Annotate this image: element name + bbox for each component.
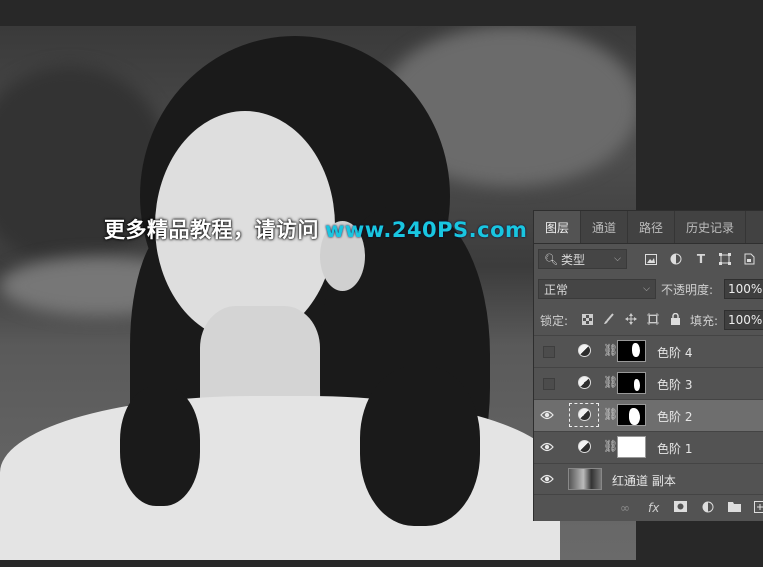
layer-name: 色阶 1 [657, 442, 693, 456]
lock-position-move-icon[interactable] [624, 312, 638, 326]
mask-shape [634, 379, 640, 391]
visibility-toggle-empty[interactable] [543, 346, 555, 358]
blend-mode-value: 正常 [544, 282, 569, 297]
hair-shape [120, 386, 200, 506]
lock-artboard-icon[interactable] [646, 312, 660, 326]
layer-name: 色阶 4 [657, 346, 693, 360]
fill-input[interactable]: 100% [724, 310, 763, 330]
add-mask-icon[interactable] [674, 501, 687, 515]
filter-adjustment-icon[interactable] [669, 252, 683, 266]
layer-row-levels-2[interactable]: ⛓︎ 色阶 2 [534, 399, 763, 431]
levels-adjustment-icon [578, 440, 591, 453]
opacity-label: 不透明度: [661, 283, 714, 297]
filter-type-icon[interactable]: T [694, 252, 708, 266]
eye-icon[interactable] [540, 473, 554, 485]
chevron-down-icon: ⌵ [643, 284, 650, 294]
levels-adjustment-icon [578, 344, 591, 357]
fill-label: 填充: [690, 314, 719, 328]
mask-link-icon[interactable]: ⛓︎ [603, 375, 618, 389]
levels-adjustment-icon [578, 376, 591, 389]
tab-paths[interactable]: 路径 [628, 211, 676, 243]
watermark-text: 更多精品教程，请访问 [104, 218, 319, 242]
layer-mask-thumbnail[interactable] [617, 372, 646, 394]
layer-name: 色阶 3 [657, 378, 693, 392]
layer-row-levels-3[interactable]: ⛓︎ 色阶 3 [534, 367, 763, 399]
layer-row-levels-4[interactable]: ⛓︎ 色阶 4 [534, 335, 763, 367]
filter-smart-object-icon[interactable] [742, 252, 756, 266]
layer-row-red-channel-copy[interactable]: 红通道 副本 [534, 463, 763, 495]
levels-adjustment-icon [578, 408, 591, 421]
watermark-url: www.240PS.com [325, 218, 528, 242]
layer-name: 色阶 2 [657, 410, 693, 424]
opacity-input[interactable]: 100% [724, 279, 763, 299]
layer-mask-thumbnail[interactable] [617, 340, 646, 362]
lock-label: 锁定: [540, 314, 569, 328]
link-layers-icon[interactable]: ∞ [620, 501, 630, 515]
layer-filter-select[interactable]: 🔍︎ 类型 ⌵ [538, 249, 627, 269]
new-adjustment-layer-icon[interactable] [702, 501, 714, 516]
add-layer-style-button[interactable]: fx [648, 501, 659, 515]
visibility-toggle-empty[interactable] [543, 378, 555, 390]
mask-link-icon[interactable]: ⛓︎ [603, 407, 618, 421]
eye-icon[interactable] [540, 409, 554, 421]
new-layer-icon[interactable] [754, 501, 763, 516]
layer-name: 红通道 副本 [612, 474, 676, 488]
panel-tabs: 图层 通道 路径 历史记录 [534, 211, 763, 244]
mask-shape [629, 408, 640, 425]
chevron-down-icon: ⌵ [614, 254, 621, 264]
filter-pixel-icon[interactable] [644, 252, 658, 266]
layers-panel-toolbar: ∞ fx [534, 494, 763, 521]
search-icon: 🔍︎ [544, 252, 558, 266]
new-group-folder-icon[interactable] [728, 501, 741, 515]
lock-transparent-icon[interactable] [580, 312, 594, 326]
lock-pixels-brush-icon[interactable] [602, 312, 616, 326]
layers-panel: 图层 通道 路径 历史记录 🔍︎ 类型 ⌵ T 正常 ⌵ 不透明度: 100% … [533, 210, 763, 521]
eye-icon[interactable] [540, 441, 554, 453]
tab-channels[interactable]: 通道 [581, 211, 629, 243]
layer-thumbnail[interactable] [568, 468, 602, 490]
layer-row-levels-1[interactable]: ⛓︎ 色阶 1 [534, 431, 763, 463]
layer-mask-thumbnail[interactable] [617, 436, 646, 458]
tab-history[interactable]: 历史记录 [675, 211, 747, 243]
watermark: 更多精品教程，请访问 www.240PS.com [104, 214, 527, 244]
blend-mode-select[interactable]: 正常 ⌵ [538, 279, 656, 299]
lock-all-icon[interactable] [668, 312, 682, 326]
layer-mask-thumbnail[interactable] [617, 404, 646, 426]
tab-layers[interactable]: 图层 [534, 211, 582, 243]
mask-shape [632, 343, 640, 357]
mask-link-icon[interactable]: ⛓︎ [603, 343, 618, 357]
hair-shape [360, 366, 480, 526]
mask-link-icon[interactable]: ⛓︎ [603, 439, 618, 453]
layer-filter-label: 类型 [560, 252, 585, 267]
filter-shape-icon[interactable] [718, 252, 732, 266]
